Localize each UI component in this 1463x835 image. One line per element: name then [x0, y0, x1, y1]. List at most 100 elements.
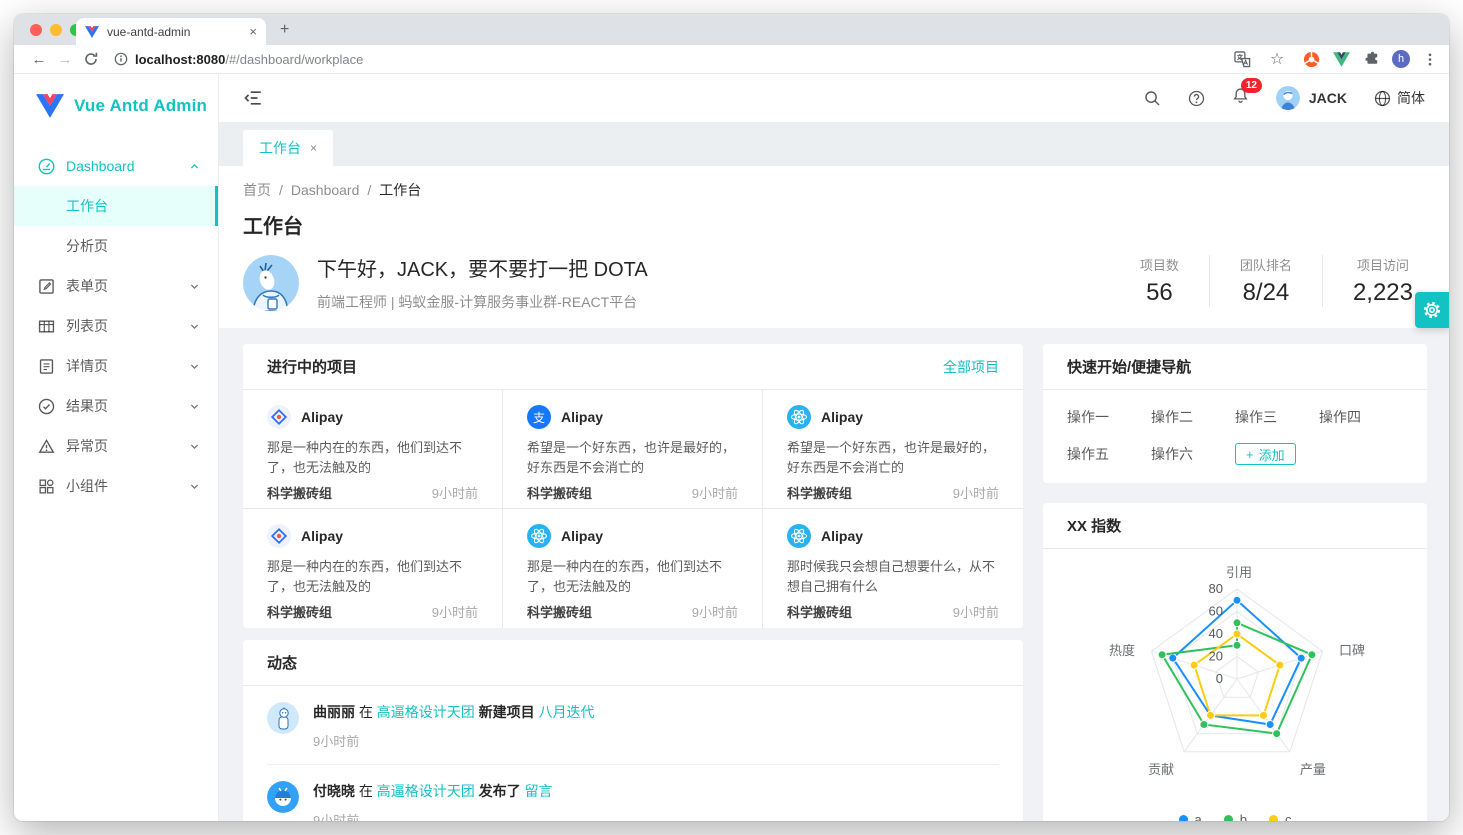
sidebar-item-forms[interactable]: 表单页: [14, 266, 218, 306]
feed-title: 动态: [267, 652, 297, 673]
close-window-button[interactable]: [30, 24, 42, 36]
breadcrumb-dashboard[interactable]: Dashboard: [291, 182, 360, 198]
project-group[interactable]: 科学搬砖组: [527, 483, 592, 502]
content-right-column: 快速开始/便捷导航 操作一 操作二 操作三 操作四 操作五 操作六 +添加: [1043, 344, 1427, 821]
reload-icon[interactable]: [78, 51, 104, 67]
sidebar-item-exceptions[interactable]: 异常页: [14, 426, 218, 466]
feed-target-link[interactable]: 八月迭代: [539, 704, 595, 720]
chevron-down-icon: [189, 401, 200, 412]
project-group[interactable]: 科学搬砖组: [787, 483, 852, 502]
user-name: JACK: [1309, 90, 1347, 106]
quick-link[interactable]: 操作四: [1319, 407, 1403, 427]
feed-target-link[interactable]: 留言: [525, 783, 553, 799]
feed-user[interactable]: 付晓晓: [313, 783, 355, 799]
project-card[interactable]: Alipay 希望是一个好东西，也许是最好的，好东西是不会消亡的 科学搬砖组 9…: [763, 390, 1023, 509]
vue-logo-icon: [36, 94, 64, 118]
project-group[interactable]: 科学搬砖组: [787, 602, 852, 621]
activity-feed-card: 动态: [243, 640, 1023, 821]
legend-item[interactable]: c: [1269, 812, 1292, 822]
quick-nav-card: 快速开始/便捷导航 操作一 操作二 操作三 操作四 操作五 操作六 +添加: [1043, 344, 1427, 483]
feed-card-header: 动态: [243, 640, 1023, 686]
project-group[interactable]: 科学搬砖组: [527, 602, 592, 621]
quick-link[interactable]: 操作五: [1067, 444, 1151, 464]
project-card[interactable]: Alipay 那时候我只会想自己想要什么，从不想自己拥有什么 科学搬砖组 9小时…: [763, 509, 1023, 628]
extension-orange-icon[interactable]: [1303, 51, 1320, 68]
site-info-icon[interactable]: [114, 52, 128, 66]
legend-label: b: [1240, 812, 1247, 822]
sidebar-item-label: 小组件: [66, 476, 189, 496]
project-time: 9小时前: [692, 483, 738, 502]
extensions-puzzle-icon[interactable]: [1363, 51, 1379, 67]
page-tab-workplace[interactable]: 工作台 ×: [243, 130, 333, 166]
translate-icon[interactable]: [1234, 51, 1251, 68]
radar-legend[interactable]: a b c: [1043, 806, 1427, 821]
address-bar[interactable]: localhost:8080/#/dashboard/workplace: [114, 52, 363, 67]
sidebar-item-analysis[interactable]: 分析页: [14, 226, 218, 266]
sidebar-item-workplace[interactable]: 工作台: [14, 186, 218, 226]
chevron-down-icon: [189, 441, 200, 452]
legend-item[interactable]: b: [1224, 812, 1247, 822]
sidebar-item-label: Dashboard: [66, 158, 189, 174]
browser-window: vue-antd-admin × + ← → localhost:8080/#/…: [14, 14, 1449, 821]
content-left-column: 进行中的项目 全部项目 Alipay: [243, 344, 1023, 821]
page-title: 工作台: [243, 210, 1425, 239]
minimize-window-button[interactable]: [50, 24, 62, 36]
quick-link[interactable]: 操作一: [1067, 407, 1151, 427]
menu-fold-icon[interactable]: [243, 88, 263, 108]
project-card[interactable]: Alipay 那是一种内在的东西，他们到达不了，也无法触及的 科学搬砖组 9小时…: [243, 509, 503, 628]
feed-group-link[interactable]: 高逼格设计天团: [377, 704, 475, 720]
notifications-button[interactable]: 12: [1232, 87, 1249, 109]
sidebar: Vue Antd Admin Dashboard 工作台: [14, 74, 219, 821]
greeting-section: 下午好，JACK，要不要打一把 DOTA 前端工程师 | 蚂蚁金服-计算服务事业…: [243, 253, 1425, 312]
project-group[interactable]: 科学搬砖组: [267, 483, 332, 502]
project-group[interactable]: 科学搬砖组: [267, 602, 332, 621]
react-icon: [787, 524, 811, 548]
sidebar-item-results[interactable]: 结果页: [14, 386, 218, 426]
tab-close-icon[interactable]: ×: [249, 25, 257, 38]
page-tab-label: 工作台: [259, 138, 301, 158]
sidebar-item-label: 分析页: [66, 236, 108, 256]
sidebar-item-dashboard[interactable]: Dashboard: [14, 146, 218, 186]
project-card[interactable]: 支 Alipay 希望是一个好东西，也许是最好的，好东西是不会消亡的 科学搬砖组…: [503, 390, 763, 509]
help-circle-icon[interactable]: [1188, 90, 1205, 107]
project-card[interactable]: Alipay 那是一种内在的东西，他们到达不了，也无法触及的 科学搬砖组 9小时…: [243, 390, 503, 509]
breadcrumb-home[interactable]: 首页: [243, 180, 271, 200]
stats-row: 项目数 56 团队排名 8/24 项目访问 2,223: [1110, 255, 1425, 307]
header-actions: 12 JACK: [1144, 86, 1425, 110]
quick-link[interactable]: 操作二: [1151, 407, 1235, 427]
svg-text:40: 40: [1209, 626, 1223, 641]
search-icon[interactable]: [1144, 90, 1161, 107]
extension-vue-icon[interactable]: [1333, 52, 1350, 67]
quick-link[interactable]: 操作六: [1151, 444, 1235, 464]
browser-tab[interactable]: vue-antd-admin ×: [76, 18, 266, 45]
settings-gear-button[interactable]: [1415, 292, 1449, 328]
sidebar-item-details[interactable]: 详情页: [14, 346, 218, 386]
antdesign-icon: [267, 524, 291, 548]
new-tab-button[interactable]: +: [280, 22, 289, 38]
user-menu[interactable]: JACK: [1276, 86, 1347, 110]
browser-profile-avatar[interactable]: h: [1392, 50, 1410, 68]
project-card[interactable]: Alipay 那是一种内在的东西，他们到达不了，也无法触及的 科学搬砖组 9小时…: [503, 509, 763, 628]
language-switcher[interactable]: 简体: [1374, 88, 1425, 108]
svg-text:60: 60: [1209, 604, 1223, 619]
tab-close-icon[interactable]: ×: [310, 141, 317, 155]
globe-icon: [1374, 90, 1391, 107]
feed-group-link[interactable]: 高逼格设计天团: [377, 783, 475, 799]
sidebar-item-widgets[interactable]: 小组件: [14, 466, 218, 506]
forward-icon: →: [52, 51, 78, 68]
back-icon[interactable]: ←: [26, 51, 52, 68]
radar-card-header: XX 指数: [1043, 503, 1427, 549]
sidebar-item-lists[interactable]: 列表页: [14, 306, 218, 346]
antdesign-icon: [267, 405, 291, 429]
project-name: Alipay: [821, 409, 863, 425]
quick-link[interactable]: 操作三: [1235, 407, 1319, 427]
app-logo[interactable]: Vue Antd Admin: [14, 74, 218, 132]
feed-user[interactable]: 曲丽丽: [313, 704, 355, 720]
all-projects-link[interactable]: 全部项目: [943, 357, 999, 377]
browser-menu-kebab-icon[interactable]: [1423, 52, 1437, 67]
feed-prep: 在: [359, 783, 373, 799]
add-button[interactable]: +添加: [1235, 443, 1296, 465]
legend-item[interactable]: a: [1179, 812, 1202, 822]
bookmark-star-icon[interactable]: ☆: [1264, 49, 1290, 69]
quick-nav-links: 操作一 操作二 操作三 操作四 操作五 操作六 +添加: [1043, 390, 1427, 483]
